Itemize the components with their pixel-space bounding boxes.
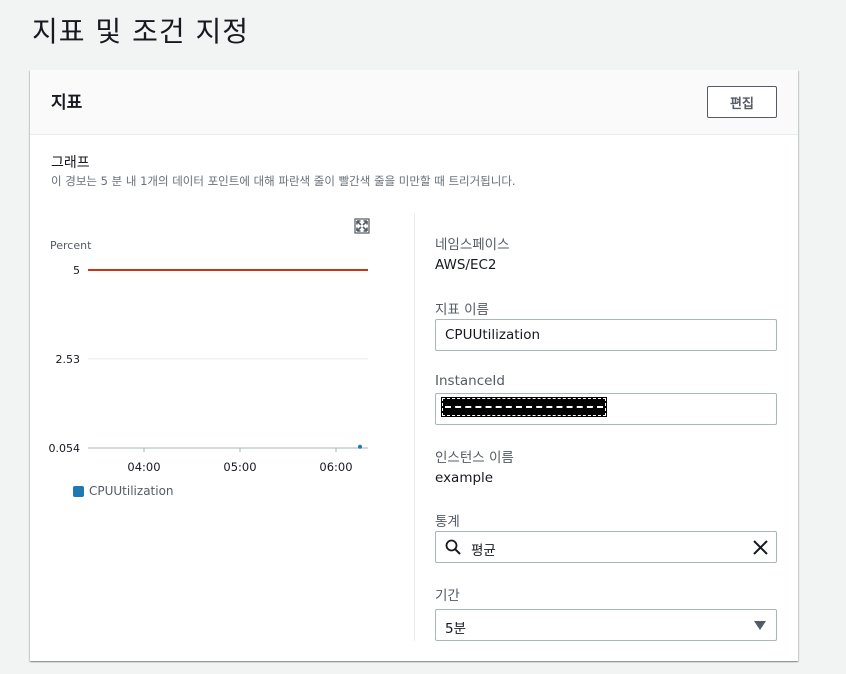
instance-name-value: example bbox=[435, 470, 494, 486]
cpu-chart: Percent 5 2.53 0.054 04:00 05:00 06:00 bbox=[49, 239, 368, 474]
instance-name-label: 인스턴스 이름 bbox=[435, 450, 514, 466]
chart-data-point bbox=[358, 444, 362, 449]
page-title: 지표 및 조건 지정 bbox=[32, 15, 250, 48]
namespace-label: 네임스페이스 bbox=[435, 237, 510, 253]
chart-x-tick-label: 05:00 bbox=[223, 460, 256, 474]
chart-legend: CPUUtilization bbox=[73, 484, 174, 498]
instance-id-field[interactable] bbox=[435, 393, 777, 425]
statistic-label: 통계 bbox=[435, 514, 460, 530]
metric-name-label: 지표 이름 bbox=[435, 302, 489, 318]
namespace-value: AWS/EC2 bbox=[435, 257, 497, 273]
chart-x-tick-label: 06:00 bbox=[319, 460, 352, 474]
instance-id-label: InstanceId bbox=[435, 373, 505, 389]
metric-name-field[interactable]: CPUUtilization bbox=[435, 319, 777, 351]
chart-y-axis-label: Percent bbox=[50, 239, 92, 252]
close-icon[interactable] bbox=[753, 540, 768, 555]
search-icon bbox=[445, 539, 461, 555]
legend-swatch bbox=[73, 485, 84, 497]
period-value: 5분 bbox=[445, 621, 467, 637]
metric-name-value: CPUUtilization bbox=[445, 327, 541, 343]
edit-button[interactable]: 편집 bbox=[707, 86, 777, 118]
statistic-value: 평균 bbox=[471, 543, 496, 559]
chart-y-tick-label: 2.53 bbox=[56, 353, 81, 366]
statistic-search-field[interactable]: 평균 bbox=[435, 531, 777, 563]
redacted-value bbox=[441, 397, 607, 417]
chart-y-tick-label: 5 bbox=[73, 264, 80, 277]
period-select[interactable]: 5분 bbox=[435, 609, 777, 641]
legend-label: CPUUtilization bbox=[89, 484, 174, 498]
metric-panel: 지표 편집 그래프 이 경보는 5 분 내 1개의 데이터 포인트에 대해 파란… bbox=[30, 70, 798, 661]
chart-x-tick-label: 04:00 bbox=[127, 460, 160, 474]
caret-down-icon bbox=[754, 621, 766, 630]
period-label: 기간 bbox=[435, 588, 460, 604]
chart-y-tick-label: 0.054 bbox=[49, 442, 81, 455]
column-divider bbox=[414, 213, 415, 641]
